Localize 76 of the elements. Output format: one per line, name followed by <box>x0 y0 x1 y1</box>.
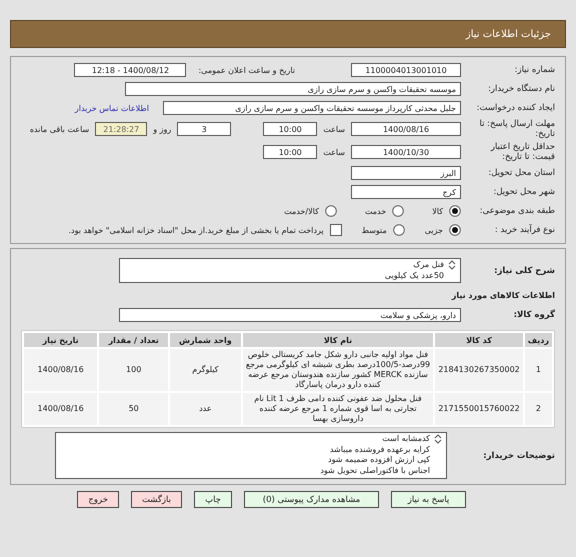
note-line: کپی ارزش افزوده ضمیمه شود <box>327 455 430 466</box>
contact-link[interactable]: اطلاعات تماس خریدار <box>74 104 149 112</box>
field-label: توضیحات خریدار: <box>482 450 555 460</box>
table-cell: 100 <box>99 349 168 391</box>
remaining-time-field: 21:28:27 <box>95 122 148 136</box>
radio-icon[interactable] <box>392 205 404 217</box>
date-field: 1400/08/16 <box>351 122 461 136</box>
scroll-arrows-icon[interactable] <box>434 434 442 444</box>
section-title: اطلاعات کالاهای مورد نیاز <box>452 290 555 300</box>
radio-label: کالا <box>432 206 443 216</box>
table-cell: عدد <box>170 393 241 425</box>
table-cell: 2 <box>524 393 552 425</box>
announce-date-field: 1400/08/12 - 12:18 <box>74 63 186 77</box>
buyer-org-field: موسسه تحقیقات واکسن و سرم سازی رازی <box>125 82 461 96</box>
column-header: واحد شمارش <box>170 333 241 347</box>
field-label: نام دستگاه خریدار: <box>487 84 555 94</box>
table-cell: فنل محلول ضد عفونی کننده دامی ظرف 1 Lit نام تجارتی به اسا قوی شماره 1 مرجع عرضه کننده داروسازی بهسا <box>242 393 434 425</box>
description-line: 50عدد یک کیلویی <box>384 270 444 281</box>
exit-button[interactable]: خروج <box>77 491 119 508</box>
field-label: شماره نیاز: <box>514 65 555 75</box>
province-field: البرز <box>351 166 461 180</box>
field-label: روز و <box>153 124 172 134</box>
note-line: کرایه برعهده فروشنده میباشد <box>328 444 430 455</box>
description-line: فنل مرک <box>412 260 444 270</box>
table-cell: 2184130267350002 <box>435 349 523 391</box>
column-header: نام کالا <box>242 333 434 347</box>
radio-label: کالا/خدمت <box>284 206 319 216</box>
radio-selected-icon[interactable] <box>449 224 461 236</box>
time-field: 10:00 <box>263 122 318 136</box>
time-field: 10:00 <box>263 145 318 159</box>
column-header: کد کالا <box>435 333 523 347</box>
field-label: تاریخ و ساعت اعلان عمومی: <box>198 66 295 74</box>
field-label: شرح کلی نیاز: <box>493 266 555 276</box>
field-label: نوع فرآیند خرید : <box>494 225 555 235</box>
checkbox-label: پرداخت تمام یا بخشی از مبلغ خرید.از محل "اسناد خزانه اسلامی" خواهد بود. <box>68 226 324 234</box>
field-label: طبقه بندی موضوعی: <box>478 206 555 216</box>
column-header: تعداد / مقدار <box>99 333 168 347</box>
radio-icon[interactable] <box>324 205 337 217</box>
city-field: کرج <box>351 185 461 199</box>
field-label: ساعت <box>323 124 345 134</box>
table-cell: 1400/08/16 <box>24 349 98 391</box>
field-label: ساعت باقی مانده <box>30 124 90 134</box>
table-cell: 1 <box>524 349 552 391</box>
field-label: ایجاد کننده درخواست: <box>476 103 555 113</box>
table-cell: کیلوگرم <box>170 349 241 391</box>
field-label: گروه کالا: <box>512 310 555 320</box>
table-cell: فنل مواد اولیه جانبی دارو شکل جامد کریستالی خلوص 99درصد-100/5درصد بطری شیشه ای کیلوگرمی مرجع سازنده MERCK کشور سازنده هندوستان مرجع عرضه کننده دارو درمان پاسارگاد <box>242 349 434 391</box>
field-label: مهلت ارسال پاسخ: تا تاریخ: <box>478 119 555 139</box>
action-button[interactable]: پاسخ به نیاز <box>391 491 466 508</box>
radio-icon[interactable] <box>392 224 405 236</box>
radio-selected-icon[interactable] <box>449 205 461 217</box>
field-label: استان محل تحویل: <box>487 168 555 178</box>
action-button[interactable]: مشاهده مدارک پیوستی (0) <box>244 491 379 508</box>
exit-button[interactable]: بازگشت <box>130 491 182 508</box>
table-cell: 2171550015760022 <box>435 393 523 425</box>
action-button[interactable]: چاپ <box>194 491 232 508</box>
column-header: ردیف <box>524 333 552 347</box>
radio-label: جزیی <box>424 226 443 234</box>
table-cell: 50 <box>99 393 168 425</box>
requester-field: جلیل محدثی کارپرداز موسسه تحقیقات واکسن و سرم سازی رازی <box>163 101 461 115</box>
radio-label: متوسط <box>362 226 387 234</box>
radio-label: خدمت <box>364 206 386 216</box>
scroll-arrows-icon[interactable] <box>448 260 456 270</box>
note-line: اجناس با فاکتوراصلی تحویل شود <box>319 466 430 476</box>
field-label: ساعت <box>323 148 345 156</box>
days-field: 3 <box>177 122 232 136</box>
note-line: کدمشابه است <box>381 434 430 444</box>
field-label: شهر محل تحویل: <box>492 187 555 197</box>
field-label: حداقل تاریخ اعتبار قیمت: تا تاریخ: <box>490 142 555 162</box>
checkbox[interactable] <box>330 224 342 236</box>
date-field: 1400/10/30 <box>351 145 461 159</box>
column-header: تاریخ نیاز <box>24 333 98 347</box>
table-cell: 1400/08/16 <box>24 393 98 425</box>
need-number-field: 1100004013001010 <box>351 63 461 77</box>
goods-group-field: دارو، پزشکی و سلامت <box>119 308 461 322</box>
page-title: جزئیات اطلاعات نیاز <box>466 28 551 40</box>
